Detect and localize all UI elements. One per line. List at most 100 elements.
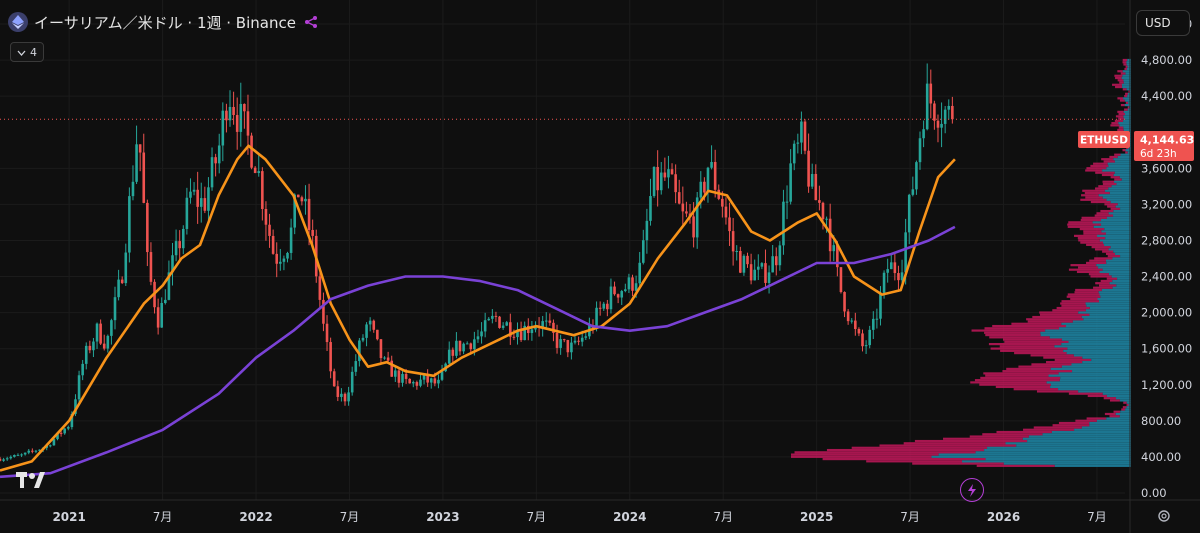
tradingview-logo-icon[interactable] [16, 470, 46, 490]
vp-sell-bar [1124, 94, 1128, 98]
vp-buy-bar [1067, 347, 1131, 350]
vp-buy-bar [1108, 187, 1131, 190]
vp-buy-bar [1101, 223, 1131, 226]
vp-sell-bar [1118, 126, 1124, 129]
vp-sell-bar [1112, 83, 1122, 86]
vp-buy-bar [1120, 255, 1131, 258]
vp-sell-bar [1083, 230, 1102, 233]
vp-buy-bar [1089, 306, 1131, 310]
candle-body [350, 371, 354, 393]
vp-buy-bar [1102, 196, 1131, 199]
vp-sell-bar [988, 342, 1062, 346]
candle-body [832, 245, 836, 252]
vp-sell-bar [1109, 415, 1120, 418]
candle-body [728, 217, 731, 232]
candle-body [818, 200, 821, 203]
candle-body [613, 286, 616, 295]
lightning-icon[interactable] [960, 478, 984, 502]
vp-sell-bar [1068, 221, 1093, 224]
vp-sell-bar [903, 442, 1006, 445]
candle-body [455, 340, 458, 356]
candle-body [458, 340, 462, 352]
candle-body [246, 111, 250, 136]
vp-sell-bar [851, 446, 988, 449]
candle-body [196, 189, 199, 207]
candle-body [810, 173, 814, 187]
vp-buy-bar [1114, 180, 1131, 183]
vp-sell-bar [1124, 108, 1128, 111]
vp-buy-bar [1050, 367, 1131, 370]
chart-title[interactable]: イーサリアム／米ドル · 1週 · Binance [34, 12, 296, 33]
y-tick-label: 4,800.00 [1141, 53, 1192, 67]
candle-body [677, 192, 681, 204]
candle-body [203, 198, 207, 211]
candle-body [447, 349, 451, 364]
candle-body [602, 303, 606, 309]
indicator-toggle-button[interactable]: 4 [10, 42, 44, 62]
vp-sell-bar [1078, 239, 1100, 242]
vp-buy-bar [1081, 426, 1131, 429]
candle-body [340, 393, 343, 397]
candle-body [889, 262, 893, 270]
candle-body [846, 311, 850, 322]
vp-buy-bar [1120, 410, 1131, 413]
vp-sell-bar [1067, 225, 1094, 228]
vp-buy-bar [1127, 108, 1131, 111]
vp-buy-bar [1099, 300, 1131, 303]
vp-sell-bar [1080, 241, 1104, 244]
x-tick-label: 2021 [52, 510, 85, 524]
vp-buy-bar [1082, 361, 1131, 364]
vp-sell-bar [1052, 309, 1086, 312]
candle-body [286, 252, 289, 259]
candle-body [160, 303, 164, 328]
price-chart[interactable]: 5,200.004,800.004,400.003,600.003,200.00… [0, 0, 1200, 533]
vp-buy-bar [1059, 379, 1131, 382]
candle-body [735, 251, 739, 253]
vp-sell-bar [1102, 180, 1115, 183]
vp-sell-bar [992, 324, 1067, 328]
vp-sell-bar [1117, 79, 1124, 82]
vp-sell-bar [1080, 198, 1107, 201]
vp-sell-bar [1093, 286, 1113, 289]
candle-body [606, 303, 609, 310]
vp-sell-bar [1086, 243, 1105, 246]
vp-buy-bar [1083, 318, 1131, 321]
vp-sell-bar [1110, 207, 1121, 210]
candle-body [861, 333, 864, 347]
candle-body [915, 162, 918, 190]
gear-icon[interactable] [1156, 508, 1172, 524]
candle-body [275, 253, 279, 264]
candle-body [501, 325, 505, 328]
candle-body [95, 323, 99, 342]
candle-body [142, 152, 146, 203]
candle-body [243, 103, 246, 112]
candle-body [128, 196, 131, 253]
vp-buy-bar [1101, 218, 1131, 222]
vp-sell-bar [970, 381, 1047, 384]
candle-body [706, 167, 710, 193]
candle-body [641, 240, 645, 263]
vp-sell-bar [1061, 300, 1100, 303]
candles [0, 63, 954, 462]
chevron-down-icon [17, 46, 26, 59]
candle-body [192, 189, 196, 192]
vp-buy-bar [1113, 173, 1131, 177]
vp-buy-bar [1105, 237, 1131, 240]
vp-sell-bar [1101, 173, 1114, 177]
vp-buy-bar [1059, 327, 1131, 330]
vp-sell-bar [971, 329, 1046, 332]
vp-buy-bar [1016, 444, 1131, 447]
candle-body [494, 315, 498, 317]
candle-body [814, 173, 818, 201]
candle-body [135, 144, 138, 182]
candle-body [530, 329, 534, 334]
candle-body [282, 258, 286, 262]
currency-selector[interactable]: USD [1136, 10, 1190, 36]
vp-sell-bar [1046, 361, 1083, 364]
share-icon[interactable] [302, 13, 320, 31]
vp-sell-bar [1114, 119, 1124, 122]
candle-body [329, 342, 332, 372]
candle-body [616, 294, 620, 298]
vp-sell-bar [1120, 103, 1125, 107]
candle-body [570, 342, 573, 353]
